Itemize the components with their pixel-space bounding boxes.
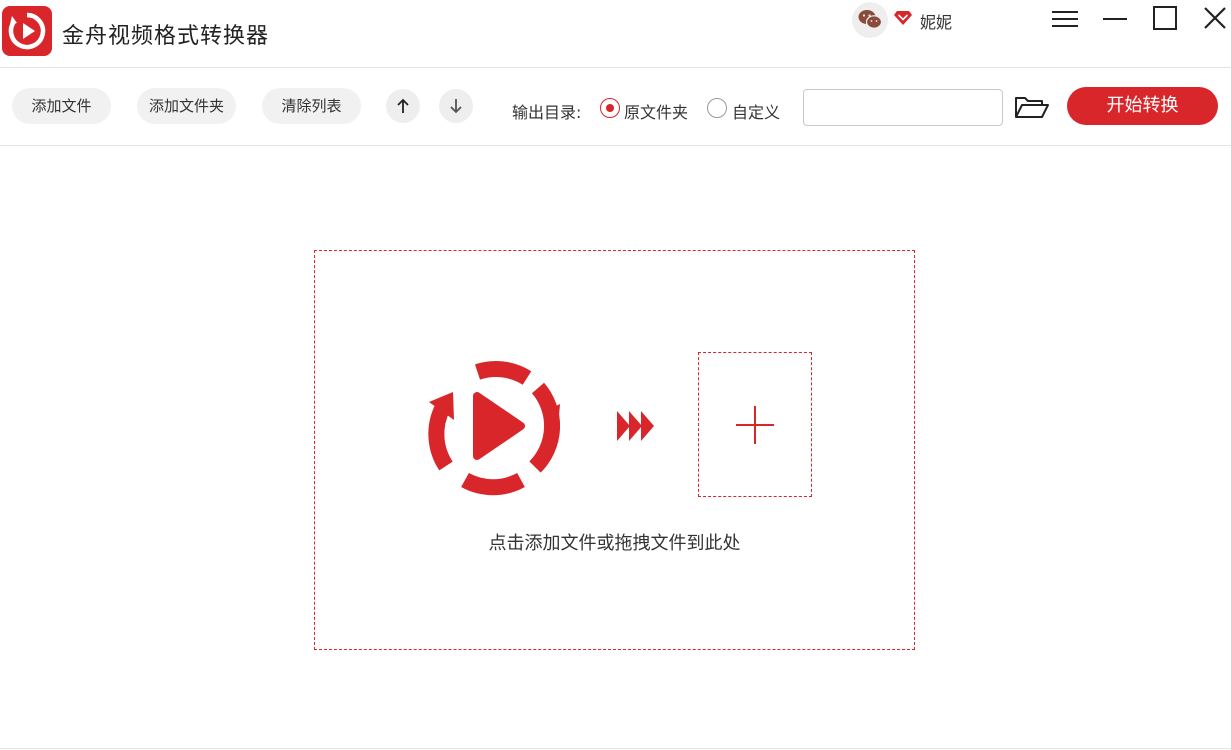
move-down-button[interactable] bbox=[439, 89, 473, 123]
output-path-input[interactable] bbox=[803, 89, 1003, 126]
minimize-button[interactable] bbox=[1099, 4, 1131, 34]
maximize-button[interactable] bbox=[1149, 4, 1181, 34]
custom-folder-radio[interactable] bbox=[707, 98, 727, 118]
user-name[interactable]: 妮妮 bbox=[920, 9, 952, 33]
vip-diamond-icon bbox=[894, 11, 912, 25]
wechat-icon bbox=[858, 10, 882, 29]
original-folder-radio[interactable] bbox=[600, 98, 620, 118]
arrow-down-icon bbox=[450, 99, 462, 114]
menu-button[interactable] bbox=[1049, 4, 1081, 34]
minimize-icon bbox=[1103, 18, 1127, 20]
app-title: 金舟视频格式转换器 bbox=[62, 24, 270, 49]
original-folder-label[interactable]: 原文件夹 bbox=[624, 99, 688, 123]
menu-icon bbox=[1052, 11, 1078, 27]
custom-folder-label[interactable]: 自定义 bbox=[732, 99, 780, 123]
plus-icon bbox=[736, 406, 774, 444]
arrow-up-icon bbox=[397, 98, 409, 113]
bottom-divider bbox=[0, 748, 1231, 749]
close-button[interactable] bbox=[1199, 4, 1231, 34]
drop-hint-text: 点击添加文件或拖拽文件到此处 bbox=[488, 533, 741, 554]
clear-list-button[interactable]: 清除列表 bbox=[262, 88, 361, 124]
fast-forward-icon bbox=[617, 411, 654, 441]
add-file-button[interactable]: 添加文件 bbox=[12, 88, 111, 124]
play-refresh-logo-icon bbox=[428, 361, 561, 496]
browse-folder-button[interactable] bbox=[1013, 93, 1051, 123]
output-dir-label: 输出目录: bbox=[512, 103, 582, 122]
toolbar: 添加文件 添加文件夹 清除列表 输出目录: 原文件夹 自定义 开始转换 bbox=[0, 69, 1231, 146]
folder-open-icon bbox=[1015, 97, 1049, 118]
add-folder-button[interactable]: 添加文件夹 bbox=[137, 88, 236, 124]
title-bar: 金舟视频格式转换器 妮妮 bbox=[0, 0, 1231, 68]
wechat-button[interactable] bbox=[852, 2, 888, 38]
add-file-box[interactable] bbox=[698, 352, 812, 497]
start-convert-button[interactable]: 开始转换 bbox=[1067, 87, 1218, 125]
maximize-icon bbox=[1153, 6, 1177, 30]
close-icon bbox=[1204, 7, 1226, 29]
app-logo-icon bbox=[2, 6, 52, 56]
move-up-button[interactable] bbox=[386, 89, 420, 123]
file-drop-zone[interactable]: 点击添加文件或拖拽文件到此处 bbox=[314, 250, 915, 650]
